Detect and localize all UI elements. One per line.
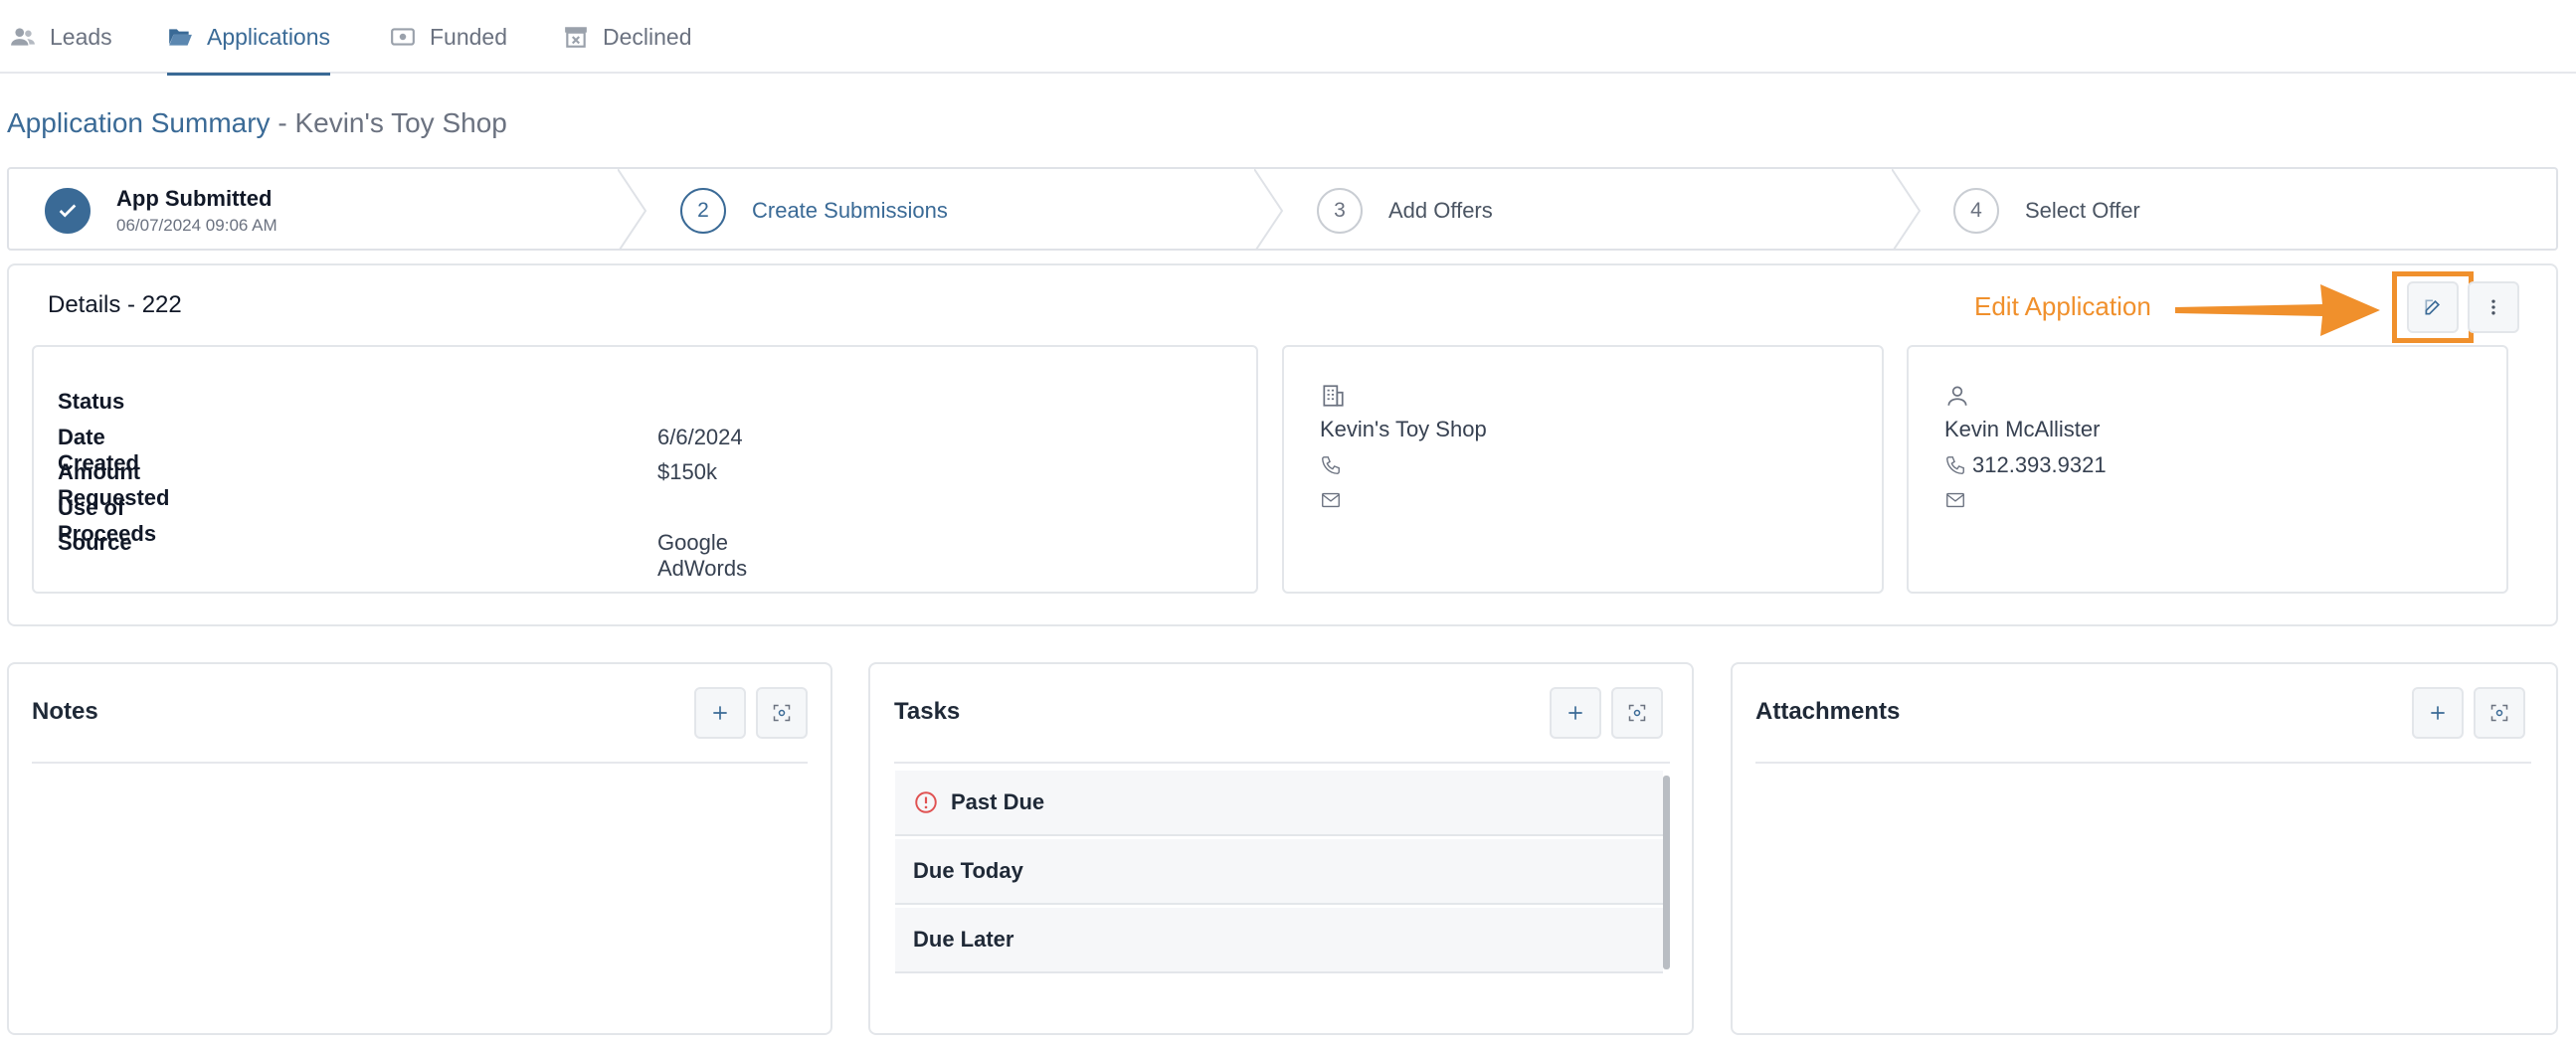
expand-tasks-button[interactable]	[1611, 687, 1663, 739]
business-name-text: Kevin's Toy Shop	[1320, 417, 1487, 441]
expand-attachments-button[interactable]	[2474, 687, 2525, 739]
step-label: Add Offers	[1388, 198, 1493, 223]
tab-label: Funded	[430, 23, 508, 50]
contact-phone-text[interactable]: 312.393.9321	[1972, 452, 2107, 478]
details-title: Details - 222	[48, 291, 182, 318]
add-attachment-button[interactable]	[2412, 687, 2464, 739]
tab-declined[interactable]: Declined	[563, 0, 692, 74]
step-select-offer[interactable]: 4 Select Offer	[1953, 169, 2140, 249]
focus-icon	[1628, 704, 1646, 722]
field-value: $150k	[657, 459, 717, 484]
building-icon	[1323, 385, 1344, 407]
attachments-title: Attachments	[1755, 698, 1901, 725]
plus-icon	[2431, 706, 2445, 720]
contact-email	[1944, 489, 1972, 511]
phone-icon	[1322, 456, 1340, 474]
page-title-business: - Kevin's Toy Shop	[270, 107, 507, 138]
step-add-offers[interactable]: 3 Add Offers	[1317, 169, 1493, 249]
step-number: 3	[1317, 188, 1363, 234]
tab-leads[interactable]: Leads	[10, 0, 112, 74]
progress-stepper: App Submitted 06/07/2024 09:06 AM 2 Crea…	[7, 167, 2558, 251]
attachments-divider	[1755, 762, 2531, 764]
focus-icon	[773, 704, 791, 722]
plus-icon	[1568, 706, 1582, 720]
tasks-divider	[894, 762, 1670, 764]
field-value: 6/6/2024	[657, 425, 743, 449]
page-title: Application Summary - Kevin's Toy Shop	[7, 107, 507, 139]
users-icon	[11, 28, 35, 46]
add-task-button[interactable]	[1550, 687, 1601, 739]
business-email	[1320, 489, 1348, 511]
application-summary-link[interactable]: Application Summary	[7, 107, 271, 138]
money-icon	[391, 28, 415, 46]
task-group-label: Past Due	[951, 789, 1045, 814]
tab-applications[interactable]: Applications	[167, 0, 331, 76]
step-label: Select Offer	[2025, 198, 2140, 223]
task-group-due-later[interactable]: Due Later	[895, 908, 1663, 973]
business-phone	[1320, 454, 1348, 476]
active-tab-indicator	[167, 73, 331, 76]
step-number: 4	[1953, 188, 1999, 234]
step-create-submissions[interactable]: 2 Create Submissions	[680, 169, 948, 249]
kebab-menu-icon	[2491, 299, 2495, 315]
task-group-due-today[interactable]: Due Today	[895, 839, 1663, 905]
annotation-arrow-icon	[2175, 284, 2380, 336]
notes-title: Notes	[32, 698, 98, 725]
contact-phone: 312.393.9321	[1944, 452, 2107, 478]
business-name: Kevin's Toy Shop	[1320, 417, 1487, 442]
field-value: Google AdWords	[657, 530, 748, 581]
envelope-icon	[1322, 492, 1340, 508]
step-app-submitted[interactable]: App Submitted 06/07/2024 09:06 AM	[45, 169, 277, 249]
focus-icon	[2490, 704, 2508, 722]
business-card: Kevin's Toy Shop	[1282, 345, 1884, 594]
step-date: 06/07/2024 09:06 AM	[116, 216, 277, 235]
task-group-label: Due Later	[913, 927, 1014, 952]
tab-label: Leads	[50, 23, 112, 50]
contact-name: Kevin McAllister	[1944, 417, 2100, 442]
edit-icon	[2425, 299, 2441, 315]
top-tabs: Leads Applications Funded Declined	[0, 0, 2576, 76]
task-group-label: Due Today	[913, 858, 1023, 883]
edit-application-button[interactable]	[2407, 281, 2459, 333]
contact-card: Kevin McAllister 312.393.9321	[1907, 345, 2508, 594]
folder-open-icon	[169, 29, 192, 46]
add-note-button[interactable]	[694, 687, 746, 739]
plus-icon	[713, 706, 727, 720]
step-label: App Submitted	[116, 186, 273, 211]
tasks-scrollbar[interactable]	[1663, 776, 1670, 969]
step-divider	[618, 169, 647, 249]
contact-name-text: Kevin McAllister	[1944, 417, 2101, 441]
tab-funded[interactable]: Funded	[390, 0, 507, 74]
tab-label: Declined	[603, 23, 692, 50]
step-divider	[1254, 169, 1284, 249]
check-icon	[45, 188, 91, 234]
tasks-title: Tasks	[894, 698, 961, 725]
field-label: Status	[58, 389, 125, 414]
tab-label: Applications	[207, 23, 331, 50]
task-group-past-due[interactable]: Past Due	[895, 771, 1663, 836]
archive-x-icon	[565, 27, 587, 48]
user-icon	[1947, 386, 1967, 406]
edit-application-annotation: Edit Application	[1974, 291, 2151, 321]
step-number: 2	[680, 188, 726, 234]
envelope-icon	[1946, 492, 1964, 508]
application-fields-card: Status Date Created 6/6/2024 Amount Requ…	[32, 345, 1258, 594]
notes-divider	[32, 762, 808, 764]
expand-notes-button[interactable]	[756, 687, 808, 739]
phone-icon	[1946, 456, 1964, 474]
field-label: Source	[58, 530, 132, 555]
more-options-button[interactable]	[2468, 281, 2519, 333]
step-divider	[1892, 169, 1922, 249]
alert-circle-icon	[915, 791, 937, 813]
step-label: Create Submissions	[752, 198, 948, 223]
